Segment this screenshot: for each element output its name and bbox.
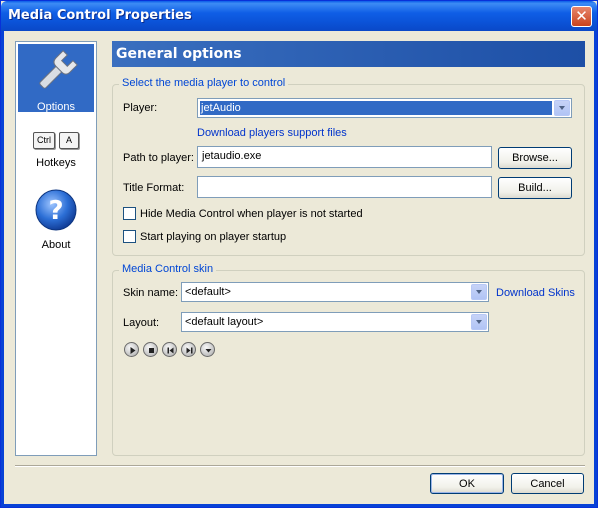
skin-name-select[interactable]: <default>	[181, 282, 489, 302]
sidebar-item-hotkeys[interactable]: Ctrl A Hotkeys	[18, 128, 94, 184]
path-input[interactable]: jetaudio.exe	[197, 146, 492, 168]
start-playing-option[interactable]: Start playing on player startup	[123, 230, 286, 243]
section-header: General options	[112, 41, 585, 67]
hide-when-not-started-label: Hide Media Control when player is not st…	[140, 207, 363, 220]
close-button[interactable]: ✕	[571, 6, 592, 27]
layout-value: <default layout>	[185, 316, 264, 328]
skin-group-legend: Media Control skin	[119, 263, 217, 275]
cancel-button[interactable]: Cancel	[511, 473, 584, 494]
menu-icon[interactable]	[200, 342, 215, 357]
sidebar: Options Ctrl A Hotkeys ? About	[15, 41, 97, 456]
skin-name-value: <default>	[185, 286, 231, 298]
stop-icon[interactable]	[143, 342, 158, 357]
ok-button[interactable]: OK	[430, 473, 504, 494]
close-icon: ✕	[575, 7, 588, 25]
media-control-properties-dialog: Media Control Properties ✕ Options Ctrl …	[0, 0, 598, 508]
player-select-value: jetAudio	[200, 101, 552, 115]
layout-label: Layout:	[123, 317, 160, 329]
sidebar-item-label: Hotkeys	[36, 157, 76, 169]
window-frame-left	[1, 31, 4, 507]
download-players-link[interactable]: Download players support files	[197, 127, 347, 139]
skin-preview-controls	[124, 342, 215, 357]
hide-when-not-started-option[interactable]: Hide Media Control when player is not st…	[123, 207, 363, 220]
chevron-down-icon[interactable]	[554, 100, 570, 116]
download-skins-link[interactable]: Download Skins	[496, 287, 575, 299]
a-key: A	[59, 132, 79, 149]
next-icon[interactable]	[181, 342, 196, 357]
play-icon[interactable]	[124, 342, 139, 357]
player-select[interactable]: jetAudio	[197, 98, 572, 118]
section-title: General options	[116, 46, 242, 62]
window-frame-bottom	[1, 504, 597, 507]
keyboard-keys-icon: Ctrl A	[18, 132, 94, 149]
help-icon: ?	[35, 189, 77, 231]
wrench-icon	[39, 50, 78, 89]
sidebar-item-options[interactable]: Options	[18, 44, 94, 113]
title-bar[interactable]: Media Control Properties ✕	[1, 1, 597, 31]
browse-button[interactable]: Browse...	[498, 147, 572, 169]
footer-divider	[15, 465, 585, 467]
skin-name-label: Skin name:	[123, 287, 179, 299]
hide-when-not-started-checkbox[interactable]	[123, 207, 136, 220]
sidebar-item-about[interactable]: ? About	[18, 188, 94, 251]
window-frame-right	[594, 31, 597, 507]
path-label: Path to player:	[123, 152, 194, 164]
svg-text:?: ?	[48, 196, 63, 226]
title-format-label: Title Format:	[123, 182, 185, 194]
build-button[interactable]: Build...	[498, 177, 572, 199]
ctrl-key: Ctrl	[33, 132, 55, 149]
window-title: Media Control Properties	[8, 8, 192, 23]
chevron-down-icon[interactable]	[471, 284, 487, 300]
title-format-input[interactable]	[197, 176, 492, 198]
sidebar-item-label: About	[41, 239, 71, 251]
sidebar-item-label: Options	[37, 101, 75, 113]
player-group-legend: Select the media player to control	[119, 77, 289, 89]
player-label: Player:	[123, 102, 158, 114]
start-playing-label: Start playing on player startup	[140, 230, 287, 243]
path-input-value: jetaudio.exe	[202, 150, 262, 162]
layout-select[interactable]: <default layout>	[181, 312, 489, 332]
previous-icon[interactable]	[162, 342, 177, 357]
start-playing-checkbox[interactable]	[123, 230, 136, 243]
chevron-down-icon[interactable]	[471, 314, 487, 330]
